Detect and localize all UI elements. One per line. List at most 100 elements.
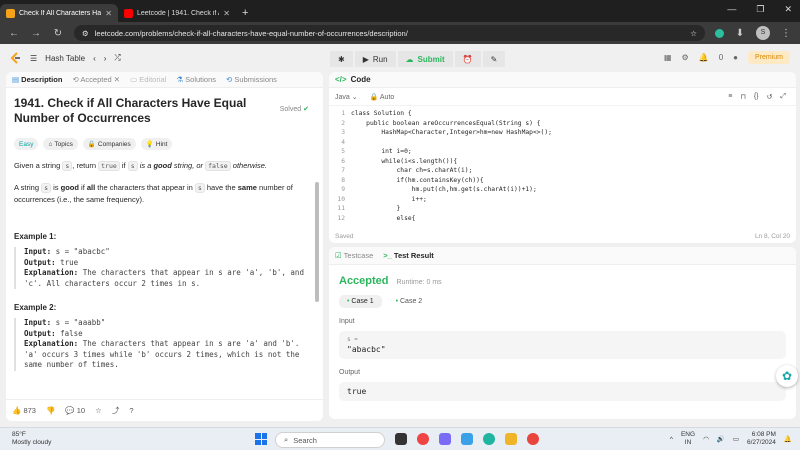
cloud-upload-icon: ☁ — [405, 54, 414, 64]
prev-problem-icon[interactable]: ‹ — [93, 54, 96, 63]
back-arrow-icon[interactable]: ← — [8, 28, 20, 39]
dislike-icon[interactable]: 👎 — [46, 406, 55, 415]
code-line[interactable]: 1 class Solution { — [329, 109, 796, 119]
premium-button[interactable]: Premium — [747, 51, 790, 64]
code-line[interactable]: 5 int i=0; — [329, 147, 796, 157]
code-line[interactable]: 8 if(hm.containsKey(ch)){ — [329, 176, 796, 186]
problem-list-label[interactable]: Hash Table — [45, 54, 85, 63]
fullscreen-icon[interactable]: ⤢ — [780, 93, 786, 101]
submit-button[interactable]: ☁ Submit — [397, 51, 453, 67]
share-icon[interactable]: ⤴ — [112, 405, 120, 416]
new-tab-button[interactable]: + — [236, 4, 254, 22]
description-footer: 👍 873 👎 💬 10 ☆ ⤴ ? — [6, 399, 323, 421]
code-line[interactable]: 11 } — [329, 204, 796, 214]
menu-dots-icon[interactable]: ⋮ — [780, 28, 792, 39]
minimize-icon[interactable]: — — [727, 4, 736, 15]
profile-avatar[interactable]: S — [756, 26, 770, 40]
user-avatar-icon[interactable]: ● — [733, 53, 738, 62]
timer-button[interactable]: ⏰ — [454, 51, 481, 67]
comments-button[interactable]: 💬 10 — [65, 406, 85, 415]
tab-accepted[interactable]: ⟲ Accepted ✕ — [72, 75, 120, 84]
notes-button[interactable]: ✎ — [482, 51, 506, 67]
tab-testcase[interactable]: ☑ Testcase — [335, 251, 373, 260]
leetcode-logo-icon[interactable] — [10, 52, 22, 64]
search-icon: ⌕ — [284, 435, 289, 444]
browser-tab-youtube[interactable]: Leetcode | 1941. Check if All Ch ✕ — [118, 4, 236, 22]
site-info-icon[interactable]: ⚙ — [82, 29, 89, 38]
code-line[interactable]: 4 — [329, 138, 796, 148]
copilot-icon[interactable] — [439, 433, 451, 445]
favorite-star-icon[interactable]: ☆ — [95, 406, 102, 415]
reset-icon[interactable]: ↺ — [767, 93, 773, 101]
store-icon[interactable] — [461, 433, 473, 445]
tab-editorial[interactable]: ▭ Editorial — [130, 75, 166, 84]
topics-tag[interactable]: ⌂ Topics — [43, 138, 78, 150]
maximize-icon[interactable]: ❐ — [756, 4, 764, 15]
code-line[interactable]: 9 hm.put(ch,hm.get(s.charAt(i))+1); — [329, 185, 796, 195]
help-icon[interactable]: ? — [129, 406, 133, 415]
settings-gear-icon[interactable]: ⚙ — [682, 53, 689, 62]
code-line[interactable]: 2 public boolean areOccurrencesEqual(Str… — [329, 119, 796, 129]
files-icon[interactable] — [505, 433, 517, 445]
result-status-row: Accepted Runtime: 0 ms — [339, 275, 786, 287]
file-explorer-icon[interactable] — [395, 433, 407, 445]
language-select[interactable]: Java ⌄ — [335, 93, 358, 101]
line-number: 9 — [341, 186, 345, 193]
browser-tab-leetcode-problem[interactable]: Check If All Characters Have Eq ✕ — [0, 4, 118, 22]
chrome-icon[interactable] — [417, 433, 429, 445]
code-line[interactable]: 12 else{ — [329, 214, 796, 222]
edge-icon[interactable] — [483, 433, 495, 445]
code-line[interactable]: 7 char ch=s.charAt(i); — [329, 166, 796, 176]
braces-icon[interactable]: {} — [754, 93, 759, 101]
tab-test-result[interactable]: >_ Test Result — [383, 251, 434, 260]
chrome-alt-icon[interactable] — [527, 433, 539, 445]
case-1-tab[interactable]: • Case 1 — [339, 295, 382, 308]
description-scrollbar[interactable] — [315, 182, 319, 302]
code-line[interactable]: 3 HashMap<Character,Integer>hm=new HashM… — [329, 128, 796, 138]
wifi-icon[interactable]: ◠ — [703, 435, 709, 443]
bookmark-star-icon[interactable]: ☆ — [690, 29, 697, 38]
case-2-tab[interactable]: • Case 2 — [388, 295, 431, 308]
download-icon[interactable]: ⬇ — [734, 28, 746, 39]
clock[interactable]: 6:08 PM 6/27/2024 — [747, 431, 776, 447]
companies-tag[interactable]: 🔒 Companies — [82, 138, 136, 150]
reload-icon[interactable]: ↻ — [52, 28, 64, 39]
address-bar[interactable]: ⚙ leetcode.com/problems/check-if-all-cha… — [74, 25, 705, 41]
code-line[interactable]: 6 while(i<s.length()){ — [329, 157, 796, 167]
debug-button[interactable]: ✱ — [330, 51, 353, 67]
battery-icon[interactable]: ▭ — [733, 435, 739, 443]
taskbar-search[interactable]: ⌕ Search — [275, 432, 385, 448]
coins-count[interactable]: 0 — [719, 53, 723, 62]
close-window-icon[interactable]: ✕ — [784, 4, 792, 15]
assistant-float-icon[interactable]: ✿ — [776, 365, 798, 387]
tab-solutions[interactable]: ⚗ Solutions — [176, 75, 216, 84]
bookmark-icon[interactable]: ⊓ — [740, 93, 745, 101]
auto-mode[interactable]: 🔒 Auto — [370, 93, 395, 101]
layout-grid-icon[interactable]: ▦ — [664, 53, 672, 62]
weather-widget[interactable]: 85°F Mostly cloudy — [12, 431, 51, 447]
runtime-text: Runtime: 0 ms — [396, 279, 442, 286]
code-editor[interactable]: 1 class Solution {2 public boolean areOcc… — [329, 106, 796, 221]
forward-arrow-icon[interactable]: → — [30, 28, 42, 39]
tab-description[interactable]: ▤ Description — [12, 75, 62, 84]
extension-icon[interactable] — [715, 28, 724, 38]
code-line[interactable]: 10 i++; — [329, 195, 796, 205]
tab-submissions[interactable]: ⟲ Submissions — [226, 75, 277, 84]
close-tab-icon[interactable]: ✕ — [223, 9, 230, 18]
close-tab-icon[interactable]: ✕ — [105, 9, 112, 18]
windows-start-icon[interactable] — [255, 433, 267, 445]
volume-icon[interactable]: 🔊 — [717, 435, 725, 443]
shuffle-icon[interactable]: ⤮ — [114, 53, 120, 63]
next-problem-icon[interactable]: › — [104, 54, 107, 63]
tray-chevron-icon[interactable]: ^ — [670, 436, 673, 443]
hint-tag[interactable]: 💡 Hint — [140, 138, 173, 150]
example-heading: Example 1: — [14, 232, 57, 241]
notification-icon[interactable]: 🔔 — [784, 435, 792, 443]
notification-bell-icon[interactable]: 🔔 — [699, 53, 709, 62]
problem-list-icon[interactable]: ☰ — [30, 54, 37, 63]
run-button[interactable]: ▶ Run — [354, 51, 396, 67]
format-icon[interactable]: ≡ — [728, 93, 732, 101]
like-button[interactable]: 👍 873 — [12, 406, 36, 415]
language-indicator[interactable]: ENG IN — [681, 431, 695, 447]
line-text: if(hm.containsKey(ch)){ — [351, 176, 484, 184]
